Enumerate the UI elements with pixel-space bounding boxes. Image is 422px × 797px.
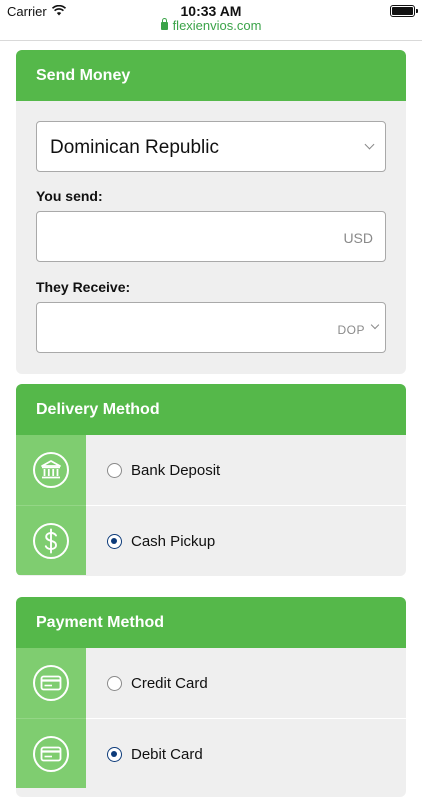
clock: 10:33 AM (180, 3, 242, 19)
send-money-title: Send Money (16, 50, 406, 101)
radio-bank-deposit[interactable] (107, 463, 122, 478)
option-icon-cell (16, 718, 86, 788)
payment-option-debit-card[interactable]: Debit Card (16, 718, 406, 788)
url-text: flexienvios.com (172, 18, 262, 33)
battery-icon (390, 5, 418, 17)
chevron-down-icon (364, 139, 375, 150)
payment-option-credit-card[interactable]: Credit Card (16, 648, 406, 718)
option-text-cell: Credit Card (86, 648, 406, 718)
chevron-down-icon (370, 320, 380, 330)
you-send-input[interactable]: USD (36, 211, 386, 262)
debit-card-icon (33, 735, 69, 772)
lock-icon (160, 18, 168, 30)
radio-cash-pickup[interactable] (107, 534, 122, 549)
delivery-option-bank-deposit[interactable]: Bank Deposit (16, 435, 406, 505)
option-icon-cell (16, 648, 86, 718)
receive-currency-select[interactable]: DOP (337, 323, 365, 337)
radio-debit-card[interactable] (107, 747, 122, 762)
credit-card-icon (33, 665, 69, 701)
option-text-cell: Debit Card (86, 718, 406, 788)
they-receive-label: They Receive: (36, 279, 131, 295)
payment-method-title: Payment Method (16, 597, 406, 648)
address-bar[interactable]: flexienvios.com (0, 18, 422, 38)
delivery-method-card: Delivery Method Bank Deposit Cash Pickup (16, 384, 406, 576)
delivery-method-title: Delivery Method (16, 384, 406, 435)
delivery-option-cash-pickup[interactable]: Cash Pickup (16, 505, 406, 575)
dollar-icon (33, 522, 69, 559)
bank-icon (33, 452, 69, 488)
option-icon-cell (16, 505, 86, 575)
radio-credit-card[interactable] (107, 676, 122, 691)
divider (0, 40, 422, 41)
option-label: Cash Pickup (131, 533, 216, 550)
country-value: Dominican Republic (50, 137, 219, 158)
option-text-cell: Bank Deposit (86, 435, 406, 505)
option-label: Bank Deposit (131, 462, 221, 479)
send-currency: USD (343, 230, 373, 246)
you-send-label: You send: (36, 188, 103, 204)
country-select[interactable]: Dominican Republic (36, 121, 386, 172)
they-receive-input[interactable]: DOP (36, 302, 386, 353)
option-label: Debit Card (131, 746, 203, 763)
option-text-cell: Cash Pickup (86, 505, 406, 575)
payment-method-card: Payment Method Credit Card Debit Card (16, 597, 406, 797)
send-money-card: Send Money Dominican Republic You send: … (16, 50, 406, 374)
option-label: Credit Card (131, 675, 208, 692)
option-icon-cell (16, 435, 86, 505)
